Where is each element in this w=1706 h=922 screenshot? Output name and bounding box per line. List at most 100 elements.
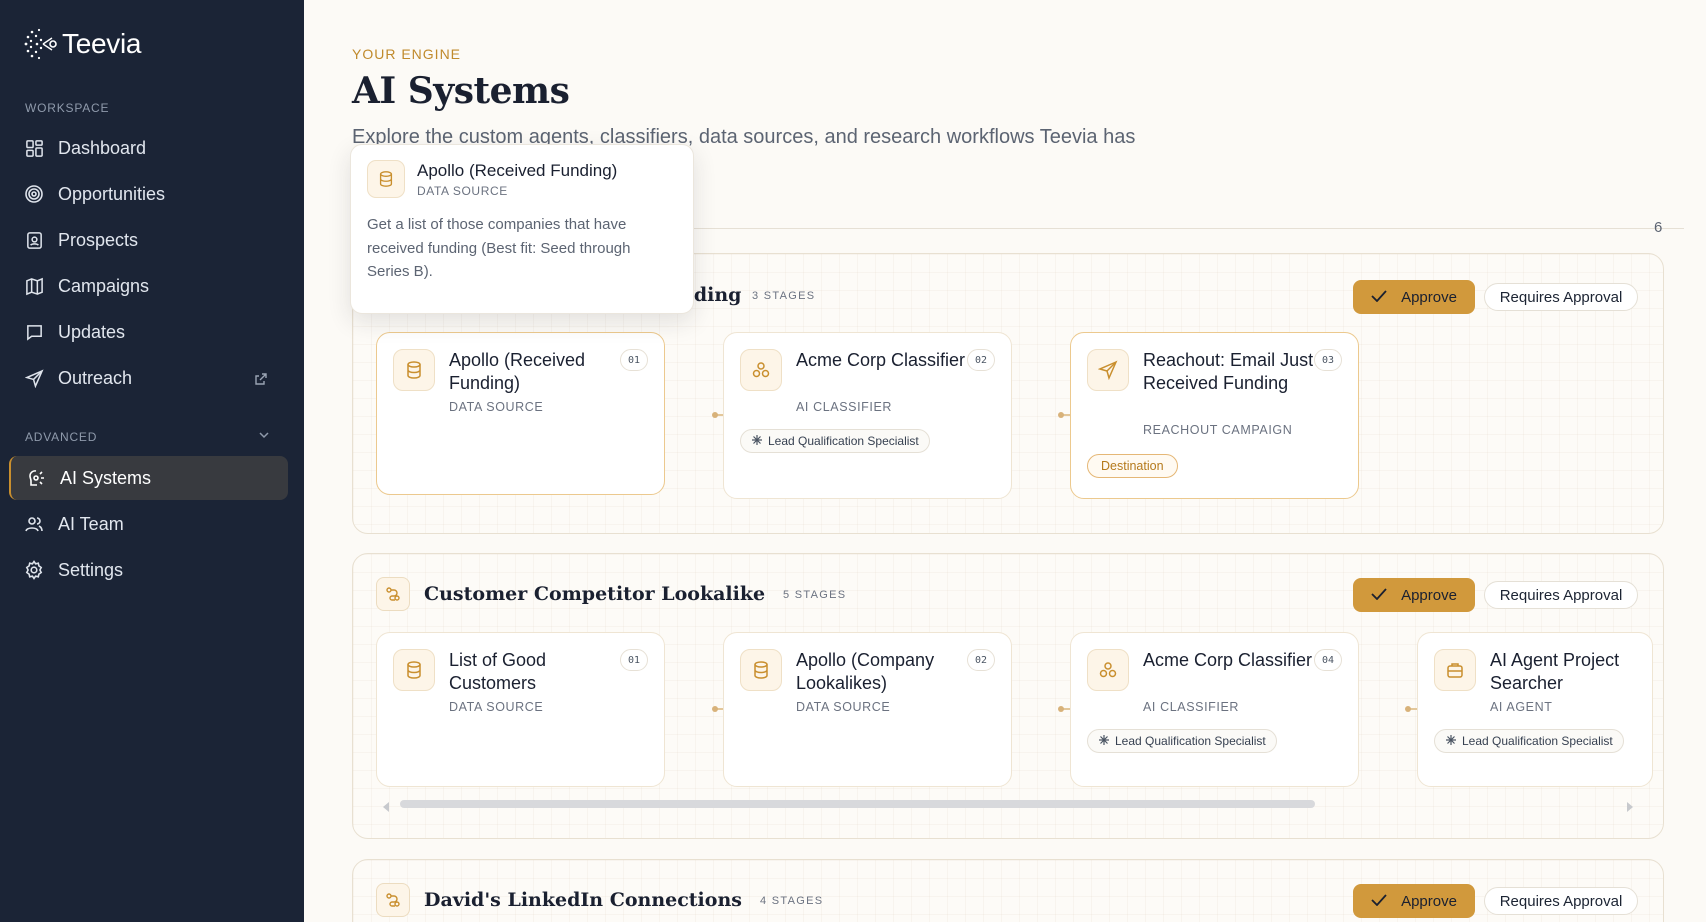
stages-count: 5 STAGES: [783, 589, 847, 601]
stage-card[interactable]: Apollo (Company Lookalikes) DATA SOURCE …: [723, 632, 1012, 787]
stage-name: Reachout: Email Just Received Funding: [1143, 350, 1314, 393]
sidebar-item-label: Campaigns: [58, 275, 150, 296]
stage-number: 04: [1314, 649, 1342, 671]
approve-button[interactable]: Approve: [1353, 884, 1475, 918]
sidebar-item-dashboard[interactable]: Dashboard: [9, 126, 288, 170]
check-icon: [1371, 289, 1387, 306]
chevron-down-icon[interactable]: [258, 428, 270, 446]
stage-number: 02: [967, 349, 995, 371]
approve-label: Approve: [1401, 892, 1457, 910]
stage-card[interactable]: Acme Corp Classifier AI CLASSIFIER 02 Le…: [723, 332, 1012, 499]
agent-tag[interactable]: Lead Qualification Specialist: [1434, 729, 1624, 753]
requires-approval-badge[interactable]: Requires Approval: [1484, 887, 1638, 915]
stage-type: AI AGENT: [1490, 700, 1553, 714]
stage-type: DATA SOURCE: [449, 700, 544, 714]
send-icon: [1087, 349, 1129, 391]
database-icon: [367, 160, 405, 198]
sidebar-item-label: AI Systems: [60, 467, 152, 488]
agent-tag[interactable]: Lead Qualification Specialist: [1087, 729, 1277, 753]
sidebar-item-prospects[interactable]: Prospects: [9, 218, 288, 262]
database-icon: [740, 649, 782, 691]
sidebar-item-label: Settings: [58, 559, 124, 580]
sidebar-item-ai-team[interactable]: AI Team: [9, 502, 288, 546]
approve-button[interactable]: Approve: [1353, 280, 1475, 314]
stage-number: 01: [620, 349, 648, 371]
stage-type: DATA SOURCE: [449, 400, 544, 414]
tooltip-title: Apollo (Received Funding): [417, 161, 618, 180]
check-icon: [1371, 893, 1387, 910]
stage-type: DATA SOURCE: [796, 700, 891, 714]
workflow-card: Customer Competitor Lookalike 5 STAGES A…: [352, 553, 1664, 839]
tooltip-type: DATA SOURCE: [417, 184, 508, 198]
stage-name: List of Good Customers: [449, 650, 547, 693]
approve-button[interactable]: Approve: [1353, 578, 1475, 612]
scroll-left-icon[interactable]: [381, 800, 391, 818]
sidebar-item-label: Prospects: [58, 229, 139, 250]
stage-type: AI CLASSIFIER: [796, 400, 893, 414]
sidebar-item-label: Outreach: [58, 367, 133, 388]
stage-type: REACHOUT CAMPAIGN: [1143, 423, 1293, 437]
stage-name: Acme Corp Classifier: [796, 350, 966, 370]
message-icon: [24, 322, 44, 342]
stage-name: Apollo (Company Lookalikes): [796, 650, 935, 693]
workflow-icon: [376, 577, 410, 611]
stage-name: Apollo (Received Funding): [449, 350, 586, 393]
database-icon: [393, 349, 435, 391]
stages-count: 3 STAGES: [752, 290, 816, 302]
sparkle-icon: [1098, 734, 1110, 749]
briefcase-icon: [1434, 649, 1476, 691]
stage-card[interactable]: AI Agent Project Searcher AI AGENT Lead …: [1417, 632, 1653, 787]
agent-tag-label: Lead Qualification Specialist: [1462, 734, 1613, 748]
sidebar-item-opportunities[interactable]: Opportunities: [9, 172, 288, 216]
target-icon: [24, 184, 44, 204]
sidebar-item-label: Opportunities: [58, 183, 166, 204]
sidebar-item-label: Updates: [58, 321, 126, 342]
stage-card[interactable]: List of Good Customers DATA SOURCE 01: [376, 632, 665, 787]
logo[interactable]: Teevia: [22, 26, 141, 62]
sidebar-item-settings[interactable]: Settings: [9, 548, 288, 592]
sidebar-item-ai-systems[interactable]: AI Systems: [9, 456, 288, 500]
requires-approval-badge[interactable]: Requires Approval: [1484, 581, 1638, 609]
page-title: AI Systems: [352, 70, 570, 112]
workflow-card: David's LinkedIn Connections 4 STAGES Ap…: [352, 859, 1664, 922]
workflow-name: Customer Competitor Lookalike: [424, 583, 766, 605]
map-icon: [24, 276, 44, 296]
tooltip-description: Get a list of those companies that have …: [367, 216, 631, 280]
sidebar-item-updates[interactable]: Updates: [9, 310, 288, 354]
stage-card[interactable]: Apollo (Received Funding) DATA SOURCE 01: [376, 332, 665, 495]
sidebar-item-campaigns[interactable]: Campaigns: [9, 264, 288, 308]
approve-label: Approve: [1401, 586, 1457, 604]
scroll-right-icon[interactable]: [1625, 800, 1635, 818]
stage-type: AI CLASSIFIER: [1143, 700, 1240, 714]
main-content: YOUR ENGINE AI Systems Explore the custo…: [304, 0, 1706, 922]
workflow-icon: [376, 883, 410, 917]
id-card-icon: [24, 230, 44, 250]
destination-badge: Destination: [1087, 454, 1178, 478]
sidebar-item-label: Dashboard: [58, 137, 147, 158]
stages-count: 4 STAGES: [760, 895, 824, 907]
systems-count: 6: [1654, 219, 1663, 236]
workflow-name: David's LinkedIn Connections: [424, 889, 742, 911]
agent-tag[interactable]: Lead Qualification Specialist: [740, 429, 930, 453]
stage-name: Acme Corp Classifier: [1143, 650, 1313, 670]
workspace-section-label: WORKSPACE: [25, 101, 110, 115]
database-icon: [393, 649, 435, 691]
stage-name: AI Agent Project Searcher: [1490, 650, 1620, 693]
requires-approval-badge[interactable]: Requires Approval: [1484, 283, 1638, 311]
stage-tooltip: Apollo (Received Funding) DATA SOURCE Ge…: [350, 144, 694, 314]
sparkle-icon: [1445, 734, 1457, 749]
advanced-section-label: ADVANCED: [25, 430, 98, 444]
stage-number: 02: [967, 649, 995, 671]
sidebar-item-outreach[interactable]: Outreach: [9, 356, 288, 400]
horizontal-scrollbar[interactable]: [400, 800, 1315, 808]
stage-card[interactable]: Acme Corp Classifier AI CLASSIFIER 04 Le…: [1070, 632, 1359, 787]
agent-tag-label: Lead Qualification Specialist: [1115, 734, 1266, 748]
send-icon: [24, 368, 44, 388]
gear-icon: [24, 560, 44, 580]
grid-icon: [24, 138, 44, 158]
app-name: Teevia: [62, 28, 142, 59]
classifier-icon: [740, 349, 782, 391]
classifier-icon: [1087, 649, 1129, 691]
stage-card[interactable]: Reachout: Email Just Received Funding RE…: [1070, 332, 1359, 499]
sidebar: Teevia WORKSPACE Dashboard Opportunities…: [0, 0, 304, 922]
